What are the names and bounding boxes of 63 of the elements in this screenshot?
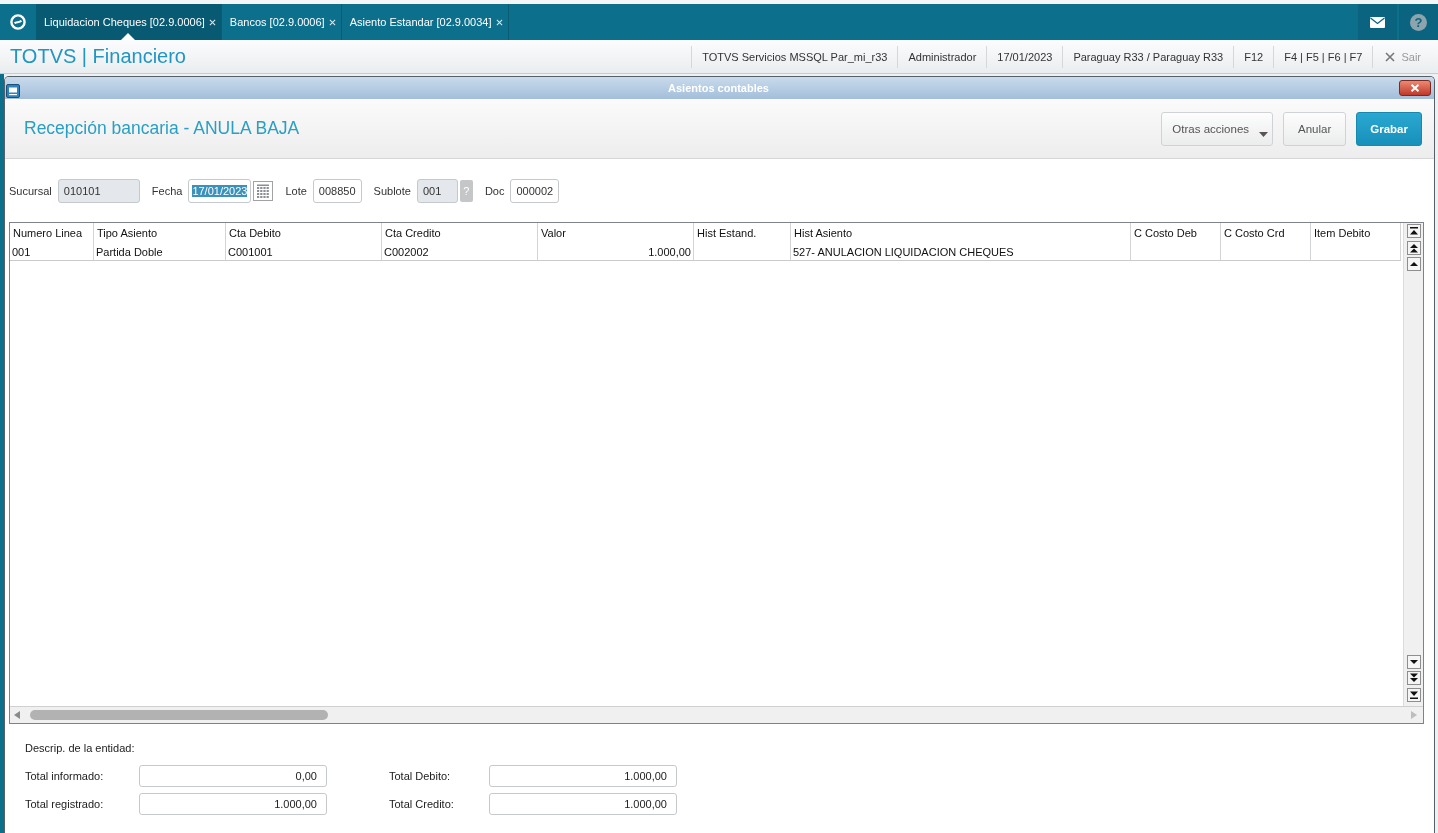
close-button[interactable]	[1399, 80, 1431, 96]
column-header: Numero Linea	[10, 223, 94, 243]
left-arrow-icon[interactable]	[14, 711, 20, 719]
tab[interactable]: Liquidacion Cheques [02.9.0006]	[36, 4, 222, 40]
app-title: TOTVS | Financiero	[10, 45, 186, 68]
double-up-arrow-icon[interactable]	[1406, 240, 1421, 255]
table-cell: 1.000,00	[538, 243, 694, 261]
column-header: Hist Asiento	[791, 223, 1131, 243]
table-cell: 527- ANULACION LIQUIDACION CHEQUES	[791, 243, 1131, 261]
table-cell: Partida Doble	[94, 243, 226, 261]
header-info-text: Paraguay R33 / Paraguay R33	[1073, 50, 1224, 63]
column-header: C Costo Deb	[1131, 223, 1221, 243]
total-field: 1.000,00	[139, 793, 327, 815]
triangle-marker-icon	[121, 33, 136, 40]
total-label: Total Debito:	[389, 770, 451, 782]
input-field[interactable]: 008850	[312, 178, 362, 203]
entity-description-label: Descrip. de la entidad:	[25, 741, 135, 755]
caret-icon	[1259, 131, 1269, 137]
mail-button[interactable]	[1358, 4, 1397, 40]
column-header: Cta Credito	[382, 223, 538, 243]
annul-button[interactable]: Anular	[1283, 111, 1347, 146]
close-icon[interactable]	[328, 18, 336, 26]
field-label: Doc	[484, 184, 505, 197]
column-header: Item Debito	[1311, 223, 1401, 243]
total-label: Total informado:	[25, 770, 104, 782]
column-header: Valor	[538, 223, 694, 243]
input-field[interactable]: 17/01/2023	[188, 178, 252, 203]
column-header: Cta Debito	[226, 223, 382, 243]
more-actions-button[interactable]: Otras acciones	[1161, 111, 1274, 146]
horizontal-scrollbar[interactable]	[10, 706, 1423, 723]
close-icon	[1385, 51, 1396, 62]
header-info-text: F4 | F5 | F6 | F7	[1284, 50, 1363, 63]
field-label: Sucursal	[9, 184, 52, 197]
column-header: Tipo Asiento	[94, 223, 226, 243]
circle-logo-icon[interactable]	[10, 14, 26, 30]
total-field: 1.000,00	[489, 793, 677, 815]
column-header: Hist Estand.	[694, 223, 791, 243]
header-info-text: F12	[1244, 50, 1264, 63]
scrollbar-thumb[interactable]	[30, 710, 328, 720]
field-label: Fecha	[151, 184, 183, 197]
header-info-text: 17/01/2023	[997, 50, 1053, 63]
header-info-text: TOTVS Servicios MSSQL Par_mi_r33	[702, 50, 888, 63]
calendar-icon[interactable]	[253, 180, 274, 201]
envelope-icon	[1370, 16, 1385, 28]
close-icon[interactable]	[495, 18, 503, 26]
double-down-arrow-icon[interactable]	[1406, 671, 1421, 685]
total-label: Total Credito:	[389, 798, 454, 810]
total-field: 0,00	[139, 765, 327, 787]
total-field: 1.000,00	[489, 765, 677, 787]
total-label: Total registrado:	[25, 798, 104, 810]
close-icon	[1410, 84, 1420, 92]
table-cell: C001001	[226, 243, 382, 261]
column-header: C Costo Crd	[1221, 223, 1311, 243]
field-label: Lote	[285, 184, 307, 197]
header-info-text: Administrador	[908, 50, 977, 63]
table-cell: C002002	[382, 243, 538, 261]
dialog-title: Asientos contables	[668, 82, 769, 94]
table-cell: 001	[10, 243, 94, 261]
page-heading: Recepción bancaria - ANULA BAJA	[24, 118, 300, 139]
input-field[interactable]: 000002	[510, 178, 560, 203]
field-label: Sublote	[373, 184, 411, 197]
close-icon[interactable]	[208, 18, 216, 26]
bar-up-arrow-icon[interactable]	[1406, 224, 1421, 238]
